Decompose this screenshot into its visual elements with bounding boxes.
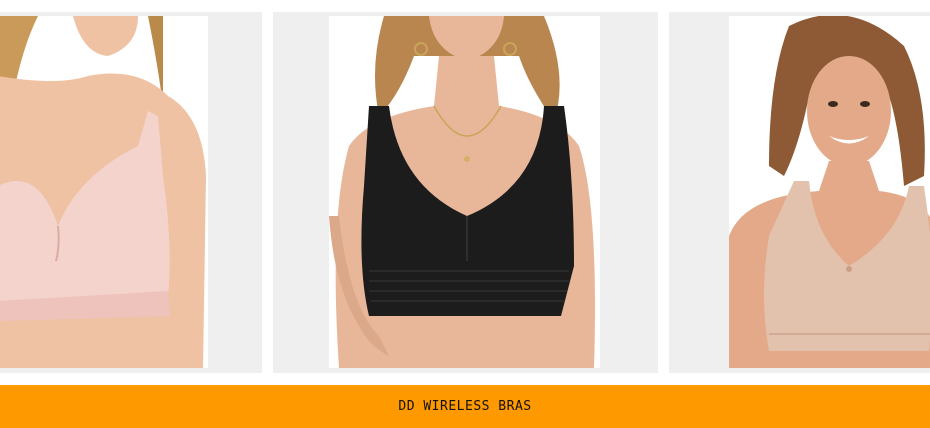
product-image-1-graphic [0, 16, 208, 368]
product-card-3[interactable] [669, 12, 930, 373]
product-card-1[interactable] [0, 12, 262, 373]
product-image-2-graphic [329, 16, 600, 368]
product-carousel: DD WIRELESS BRAS [0, 0, 930, 428]
product-image-1[interactable] [0, 16, 208, 368]
product-image-3-graphic [729, 16, 930, 368]
category-banner-link[interactable]: DD WIRELESS BRAS [0, 385, 930, 428]
category-banner-label: DD WIRELESS BRAS [398, 399, 532, 414]
product-card-2[interactable] [273, 12, 658, 373]
product-image-3[interactable] [729, 16, 930, 368]
product-image-2[interactable] [329, 16, 600, 368]
